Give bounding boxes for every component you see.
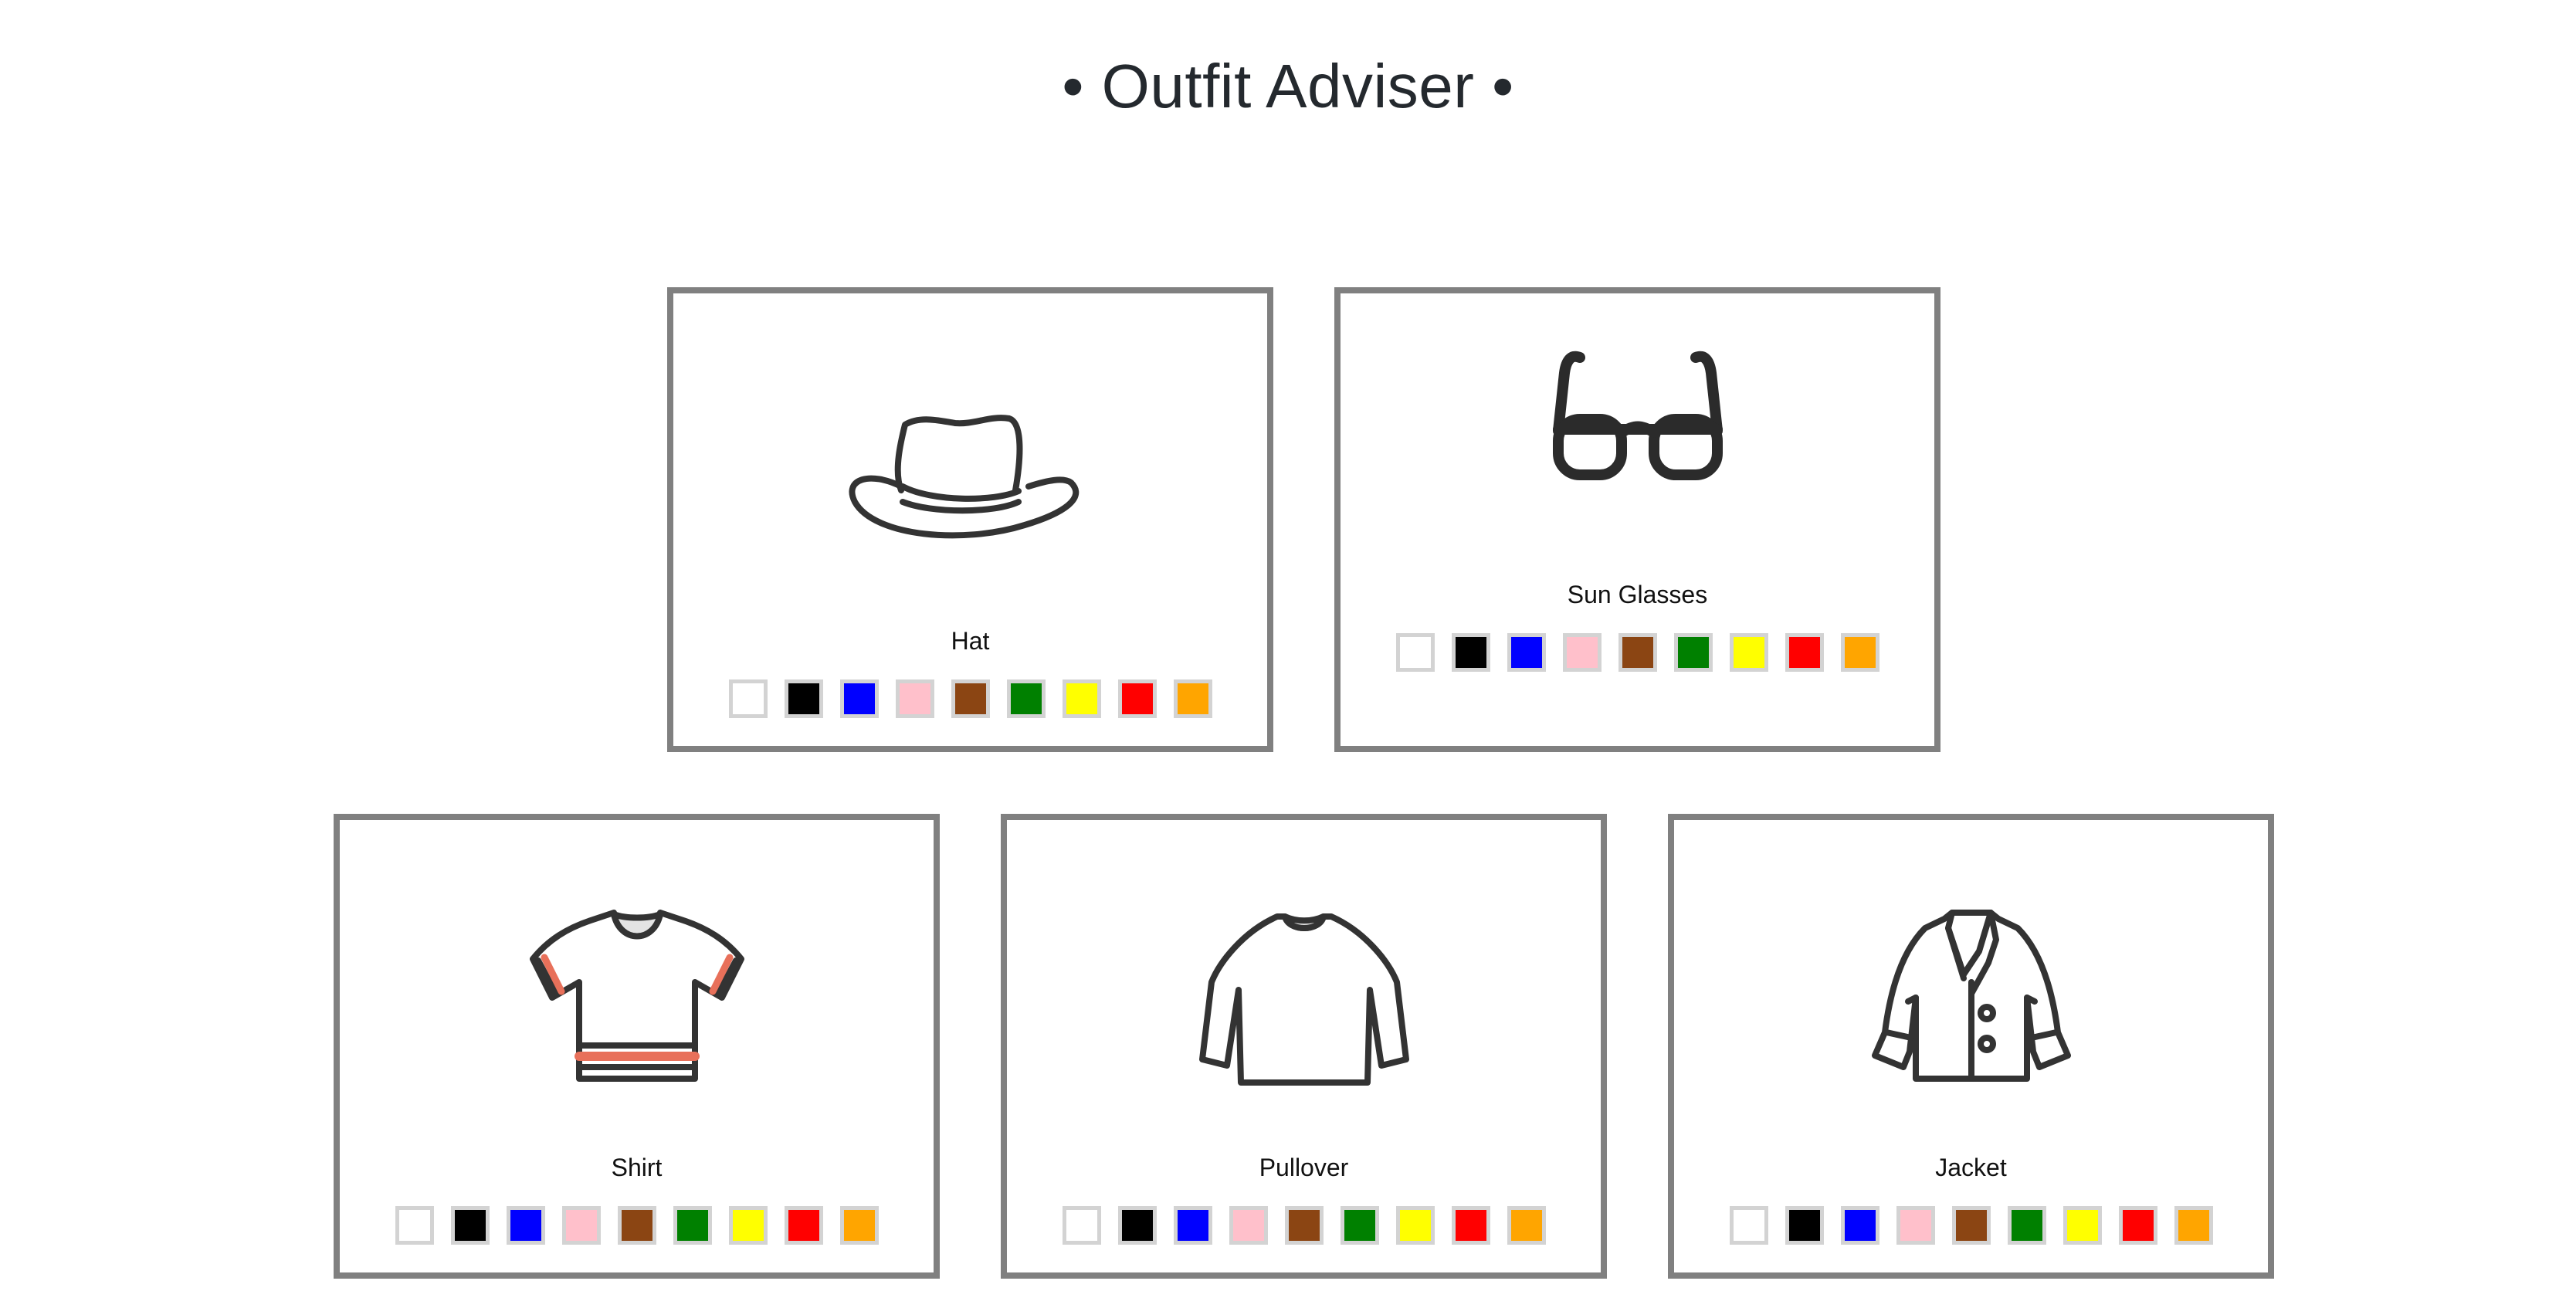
sunglasses-card[interactable]: Sun Glasses bbox=[1334, 287, 1940, 752]
color-swatch-green[interactable] bbox=[1006, 679, 1046, 718]
color-swatch-pink[interactable] bbox=[1229, 1206, 1268, 1245]
color-swatch-green[interactable] bbox=[2007, 1206, 2046, 1245]
page-title: • Outfit Adviser • bbox=[1062, 52, 1514, 120]
color-swatch-green[interactable] bbox=[673, 1206, 712, 1245]
color-swatch-white[interactable] bbox=[1395, 633, 1435, 672]
color-swatch-red[interactable] bbox=[1785, 633, 1824, 672]
jacket-card[interactable]: Jacket bbox=[1668, 814, 2274, 1279]
item-label: Hat bbox=[951, 627, 990, 655]
color-swatch-blue[interactable] bbox=[1173, 1206, 1212, 1245]
sunglasses-icon bbox=[1549, 338, 1727, 493]
color-swatch-brown[interactable] bbox=[951, 679, 990, 718]
pullover-card[interactable]: Pullover bbox=[1001, 814, 1607, 1279]
item-label: Shirt bbox=[611, 1154, 663, 1181]
color-swatches bbox=[1341, 633, 1934, 672]
color-swatch-orange[interactable] bbox=[1840, 633, 1879, 672]
color-swatch-brown[interactable] bbox=[1284, 1206, 1324, 1245]
color-swatch-brown[interactable] bbox=[617, 1206, 656, 1245]
item-label: Jacket bbox=[1935, 1154, 2007, 1181]
item-label: Sun Glasses bbox=[1567, 581, 1708, 608]
color-swatch-orange[interactable] bbox=[1173, 679, 1212, 718]
color-swatches bbox=[1674, 1206, 2268, 1245]
shirt-card[interactable]: Shirt bbox=[334, 814, 940, 1279]
color-swatch-yellow[interactable] bbox=[728, 1206, 768, 1245]
color-swatch-green[interactable] bbox=[1673, 633, 1713, 672]
pullover-icon bbox=[1188, 905, 1420, 1098]
color-swatch-pink[interactable] bbox=[895, 679, 934, 718]
color-swatches bbox=[673, 679, 1267, 718]
color-swatch-white[interactable] bbox=[395, 1206, 434, 1245]
color-swatch-brown[interactable] bbox=[1618, 633, 1657, 672]
color-swatch-yellow[interactable] bbox=[1062, 679, 1101, 718]
color-swatch-black[interactable] bbox=[1785, 1206, 1824, 1245]
color-swatch-white[interactable] bbox=[1062, 1206, 1101, 1245]
color-swatch-red[interactable] bbox=[784, 1206, 823, 1245]
color-swatch-green[interactable] bbox=[1340, 1206, 1379, 1245]
color-swatch-blue[interactable] bbox=[1507, 633, 1546, 672]
color-swatch-brown[interactable] bbox=[1951, 1206, 1991, 1245]
color-swatch-yellow[interactable] bbox=[2062, 1206, 2102, 1245]
color-swatches bbox=[340, 1206, 934, 1245]
color-swatch-blue[interactable] bbox=[1840, 1206, 1879, 1245]
color-swatch-pink[interactable] bbox=[1562, 633, 1602, 672]
color-swatch-pink[interactable] bbox=[561, 1206, 601, 1245]
item-label: Pullover bbox=[1259, 1154, 1349, 1181]
color-swatch-orange[interactable] bbox=[2174, 1206, 2213, 1245]
color-swatch-orange[interactable] bbox=[1507, 1206, 1546, 1245]
hat-icon bbox=[847, 371, 1094, 571]
color-swatch-pink[interactable] bbox=[1896, 1206, 1935, 1245]
color-swatch-red[interactable] bbox=[1117, 679, 1157, 718]
color-swatch-white[interactable] bbox=[1729, 1206, 1768, 1245]
color-swatch-yellow[interactable] bbox=[1395, 1206, 1435, 1245]
color-swatch-black[interactable] bbox=[450, 1206, 490, 1245]
color-swatch-blue[interactable] bbox=[506, 1206, 545, 1245]
color-swatch-red[interactable] bbox=[1451, 1206, 1490, 1245]
color-swatch-red[interactable] bbox=[2118, 1206, 2157, 1245]
color-swatch-orange[interactable] bbox=[839, 1206, 879, 1245]
shirt-icon bbox=[521, 905, 753, 1098]
color-swatch-yellow[interactable] bbox=[1729, 633, 1768, 672]
color-swatch-black[interactable] bbox=[784, 679, 823, 718]
color-swatch-black[interactable] bbox=[1117, 1206, 1157, 1245]
color-swatch-black[interactable] bbox=[1451, 633, 1490, 672]
color-swatch-blue[interactable] bbox=[839, 679, 879, 718]
color-swatch-white[interactable] bbox=[728, 679, 768, 718]
jacket-icon bbox=[1856, 905, 2087, 1098]
hat-card[interactable]: Hat bbox=[667, 287, 1273, 752]
color-swatches bbox=[1007, 1206, 1601, 1245]
